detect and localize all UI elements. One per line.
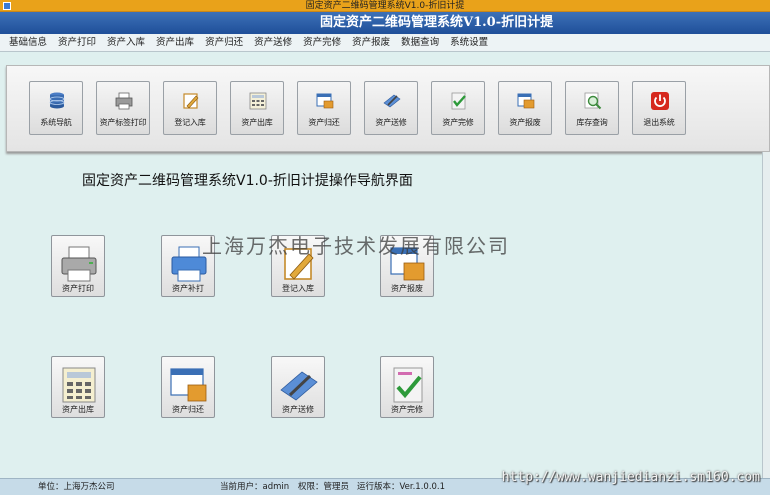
menu-system-settings[interactable]: 系统设置	[444, 34, 493, 51]
magnifier-icon	[584, 92, 602, 110]
toolbar-system-nav-label: 系统导航	[40, 118, 72, 127]
menu-asset-out[interactable]: 资产出库	[150, 34, 199, 51]
blue-printer-icon	[171, 246, 207, 282]
toolbar-stock-query-label: 库存查询	[576, 118, 608, 127]
power-icon	[651, 92, 669, 110]
menu-asset-return[interactable]: 资产归还	[199, 34, 248, 51]
status-unit: 单位：上海万杰公司	[38, 482, 115, 492]
nav-asset-return-button[interactable]: 资产归还	[161, 356, 215, 418]
nav-asset-print-button[interactable]: 资产打印	[51, 235, 105, 297]
menu-bar: 基础信息 资产打印 资产入库 资产出库 资产归还 资产送修 资产完修 资产报废 …	[0, 34, 770, 52]
toolbar-asset-scrap-button[interactable]: 资产报废	[498, 81, 552, 135]
vertical-scrollbar[interactable]	[762, 152, 770, 478]
toolbar-exit-button[interactable]: 退出系统	[632, 81, 686, 135]
window-title: 固定资产二维码管理系统V1.0-折旧计提	[305, 1, 465, 11]
wrench-icon	[280, 371, 318, 401]
toolbar-stock-query-button[interactable]: 库存查询	[565, 81, 619, 135]
toolbar-register-in-label: 登记入库	[174, 118, 206, 127]
nav-asset-return-label: 资产归还	[172, 405, 204, 414]
nav-register-in-label: 登记入库	[282, 284, 314, 293]
database-icon	[49, 92, 65, 109]
menu-asset-repair[interactable]: 资产送修	[248, 34, 297, 51]
toolbar-asset-repaired-button[interactable]: 资产完修	[431, 81, 485, 135]
printer-icon	[61, 246, 97, 282]
menu-data-query[interactable]: 数据查询	[395, 34, 444, 51]
toolbar-asset-return-button[interactable]: 资产归还	[297, 81, 351, 135]
nav-asset-out-label: 资产出库	[62, 405, 94, 414]
toolbar-asset-return-label: 资产归还	[308, 118, 340, 127]
menu-basic-info[interactable]: 基础信息	[0, 34, 52, 51]
toolbar-asset-scrap-label: 资产报废	[509, 118, 541, 127]
window-box-icon	[170, 368, 207, 402]
nav-asset-repair-button[interactable]: 资产送修	[271, 356, 325, 418]
menu-asset-scrap[interactable]: 资产报废	[346, 34, 395, 51]
nav-asset-repaired-button[interactable]: 资产完修	[380, 356, 434, 418]
nav-page-title: 固定资产二维码管理系统V1.0-折旧计提操作导航界面	[82, 173, 413, 189]
status-role: 权限：管理员	[298, 482, 350, 492]
banner-title: 固定资产二维码管理系统V1.0-折旧计提	[320, 15, 554, 30]
site-watermark: http://www.wanjiedianzi.sm160.com	[501, 470, 760, 485]
toolbar-label-print-button[interactable]: 资产标签打印	[96, 81, 150, 135]
nav-asset-scrap-button[interactable]: 资产报废	[380, 235, 434, 297]
calculator-icon	[62, 367, 96, 403]
nav-register-in-button[interactable]: 登记入库	[271, 235, 325, 297]
edit-pencil-icon	[183, 93, 199, 109]
nav-asset-reprint-button[interactable]: 资产补打	[161, 235, 215, 297]
nav-asset-reprint-label: 资产补打	[172, 284, 204, 293]
toolbar-asset-out-label: 资产出库	[241, 118, 273, 127]
checkmark-icon	[451, 92, 466, 110]
box-window-icon	[517, 93, 535, 109]
edit-pencil-icon	[284, 248, 314, 280]
window-box-icon	[316, 93, 334, 109]
toolbar-asset-repair-button[interactable]: 资产送修	[364, 81, 418, 135]
status-version: 运行版本：Ver.1.0.0.1	[357, 482, 446, 492]
menu-asset-print[interactable]: 资产打印	[52, 34, 101, 51]
company-watermark: 上海万杰电子技术发展有限公司	[202, 234, 510, 258]
toolbar-exit-label: 退出系统	[643, 118, 675, 127]
printer-icon	[115, 92, 133, 110]
toolbar-system-nav-button[interactable]: 系统导航	[29, 81, 83, 135]
nav-asset-repaired-label: 资产完修	[391, 405, 423, 414]
nav-asset-scrap-label: 资产报废	[391, 284, 423, 293]
app-banner: 固定资产二维码管理系统V1.0-折旧计提	[0, 12, 770, 34]
toolbar-asset-out-button[interactable]: 资产出库	[230, 81, 284, 135]
toolbar: 系统导航 资产标签打印 登记入库 资产出库 资产归还 资产送修 资产完修 资产报…	[6, 65, 770, 152]
wrench-icon	[383, 94, 401, 108]
window-titlebar[interactable]: 固定资产二维码管理系统V1.0-折旧计提	[0, 0, 770, 12]
menu-asset-in[interactable]: 资产入库	[101, 34, 150, 51]
toolbar-label-print-label: 资产标签打印	[99, 118, 147, 127]
menu-asset-repaired[interactable]: 资产完修	[297, 34, 346, 51]
toolbar-asset-repair-label: 资产送修	[375, 118, 407, 127]
status-user: 当前用户：admin	[220, 482, 290, 492]
calculator-icon	[249, 92, 267, 110]
box-window-icon	[390, 247, 425, 281]
nav-asset-print-label: 资产打印	[62, 284, 94, 293]
toolbar-register-in-button[interactable]: 登记入库	[163, 81, 217, 135]
nav-asset-repair-label: 资产送修	[282, 405, 314, 414]
toolbar-asset-repaired-label: 资产完修	[442, 118, 474, 127]
checkmark-icon	[393, 367, 423, 403]
nav-asset-out-button[interactable]: 资产出库	[51, 356, 105, 418]
